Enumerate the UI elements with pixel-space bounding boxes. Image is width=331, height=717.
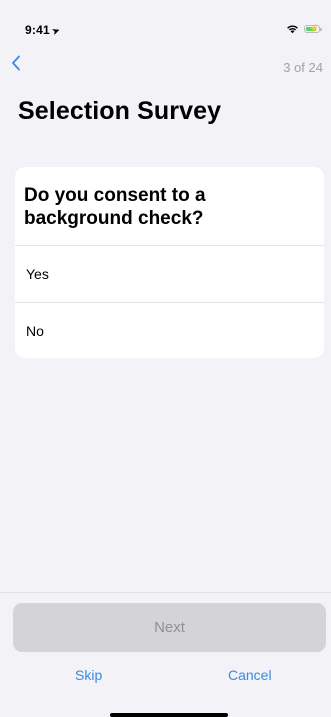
home-indicator bbox=[110, 713, 228, 717]
status-bar: 9:41➤ ⚡ bbox=[0, 0, 331, 40]
option-no[interactable]: No bbox=[15, 303, 324, 358]
status-time-text: 9:41 bbox=[25, 23, 50, 37]
cancel-button[interactable]: Cancel bbox=[228, 667, 272, 683]
battery-icon: ⚡ bbox=[304, 24, 322, 33]
page-title: Selection Survey bbox=[18, 97, 222, 125]
back-button[interactable] bbox=[10, 55, 32, 79]
status-icons: ⚡ bbox=[286, 24, 322, 34]
option-yes[interactable]: Yes bbox=[15, 246, 324, 302]
skip-button[interactable]: Skip bbox=[75, 667, 102, 683]
footer-divider bbox=[0, 592, 331, 593]
question-text: Do you consent to a background check? bbox=[24, 185, 206, 229]
question-card: Do you consent to a background check? Ye… bbox=[15, 167, 324, 358]
step-counter: 3 of 24 bbox=[283, 60, 323, 75]
next-button[interactable]: Next bbox=[13, 603, 326, 652]
location-arrow-icon: ➤ bbox=[50, 24, 63, 39]
battery-nub bbox=[320, 28, 322, 31]
wifi-icon bbox=[287, 25, 298, 34]
option-label: Yes bbox=[26, 266, 49, 282]
nav-bar: 3 of 24 bbox=[0, 52, 331, 82]
charging-bolt-icon: ⚡ bbox=[309, 24, 319, 33]
option-label: No bbox=[26, 323, 44, 339]
chevron-left-icon bbox=[12, 55, 20, 71]
status-time: 9:41➤ bbox=[25, 23, 63, 39]
